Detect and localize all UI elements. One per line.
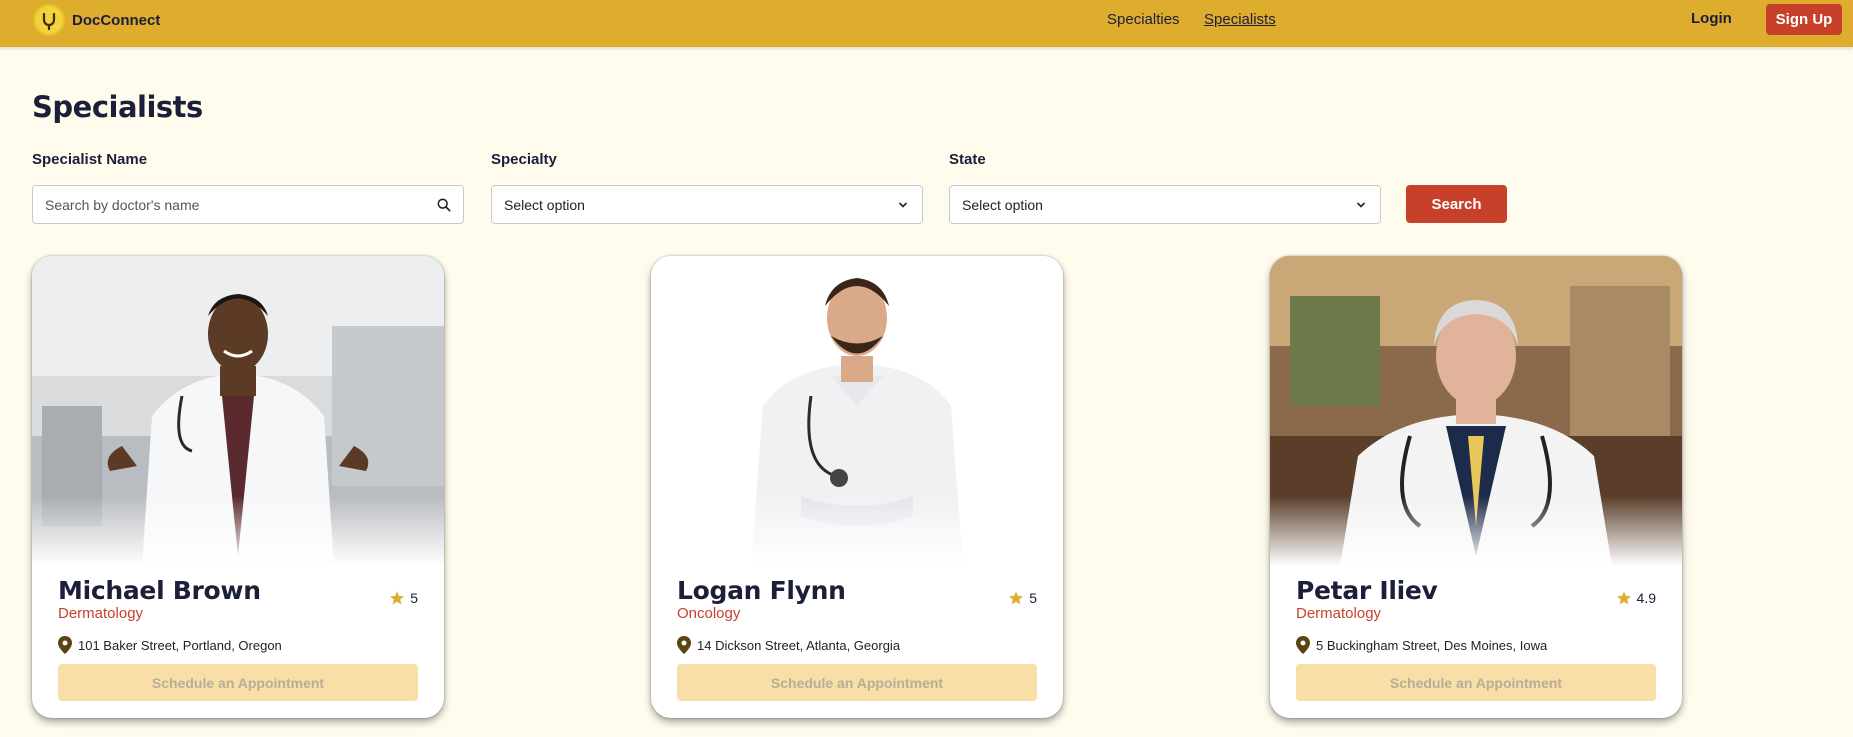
specialty-label: Specialty	[491, 151, 557, 168]
doctor-photo	[1270, 256, 1682, 566]
brand-name: DocConnect	[72, 11, 161, 29]
schedule-appointment-button[interactable]: Schedule an Appointment	[677, 664, 1037, 701]
doctor-address: 5 Buckingham Street, Des Moines, Iowa	[1296, 636, 1547, 654]
schedule-appointment-button[interactable]: Schedule an Appointment	[58, 664, 418, 701]
specialty-selected-value: Select option	[504, 196, 585, 213]
login-link[interactable]: Login	[1691, 10, 1732, 27]
doctor-specialty: Dermatology	[58, 605, 144, 622]
star-icon	[390, 591, 405, 605]
brand-logo[interactable]: DocConnect	[33, 4, 160, 36]
chevron-down-icon	[896, 198, 910, 212]
star-icon	[1616, 591, 1631, 605]
doctor-rating: 4.9	[1616, 590, 1656, 606]
doctor-photo	[32, 256, 444, 566]
rating-value: 5	[410, 590, 418, 606]
doctor-name-search-input[interactable]: Search by doctor's name	[32, 185, 464, 224]
specialist-name-label: Specialist Name	[32, 151, 148, 168]
specialty-select[interactable]: Select option	[491, 185, 923, 224]
state-select[interactable]: Select option	[949, 185, 1381, 224]
doctor-rating: 5	[389, 590, 418, 606]
doctor-specialty: Dermatology	[1296, 605, 1382, 622]
nav-specialists[interactable]: Specialists	[1204, 11, 1276, 28]
specialist-card: Logan Flynn Oncology 5 14 Dickson Street…	[651, 256, 1063, 718]
rating-value: 5	[1029, 590, 1037, 606]
doctor-address: 14 Dickson Street, Atlanta, Georgia	[677, 636, 900, 654]
page-title: Specialists	[32, 90, 203, 124]
address-text: 101 Baker Street, Portland, Oregon	[78, 637, 282, 653]
state-selected-value: Select option	[962, 196, 1043, 213]
doctor-specialty: Oncology	[677, 605, 741, 622]
address-text: 14 Dickson Street, Atlanta, Georgia	[697, 637, 901, 653]
star-icon	[1009, 591, 1024, 605]
doctor-name[interactable]: Logan Flynn	[677, 576, 846, 605]
chevron-down-icon	[1354, 198, 1368, 212]
search-placeholder: Search by doctor's name	[45, 196, 200, 213]
doctor-photo	[651, 256, 1063, 566]
schedule-appointment-button[interactable]: Schedule an Appointment	[1296, 664, 1656, 701]
plug-icon	[33, 4, 65, 36]
location-pin-icon	[1296, 636, 1310, 654]
address-text: 5 Buckingham Street, Des Moines, Iowa	[1316, 637, 1548, 653]
signup-button[interactable]: Sign Up	[1766, 4, 1842, 35]
doctor-rating: 5	[1008, 590, 1037, 606]
specialist-card: Petar Iliev Dermatology 4.9 5 Buckingham…	[1270, 256, 1682, 718]
doctor-address: 101 Baker Street, Portland, Oregon	[58, 636, 282, 654]
search-button[interactable]: Search	[1406, 185, 1507, 223]
location-pin-icon	[58, 636, 72, 654]
doctor-name[interactable]: Petar Iliev	[1296, 576, 1438, 605]
search-icon[interactable]	[437, 198, 451, 212]
state-label: State	[949, 151, 986, 168]
specialist-card: Michael Brown Dermatology 5 101 Baker St…	[32, 256, 444, 718]
rating-value: 4.9	[1636, 590, 1656, 606]
nav-specialties[interactable]: Specialties	[1107, 11, 1180, 28]
doctor-name[interactable]: Michael Brown	[58, 576, 261, 605]
top-navbar: DocConnect Specialties Specialists Login…	[0, 0, 1853, 47]
location-pin-icon	[677, 636, 691, 654]
